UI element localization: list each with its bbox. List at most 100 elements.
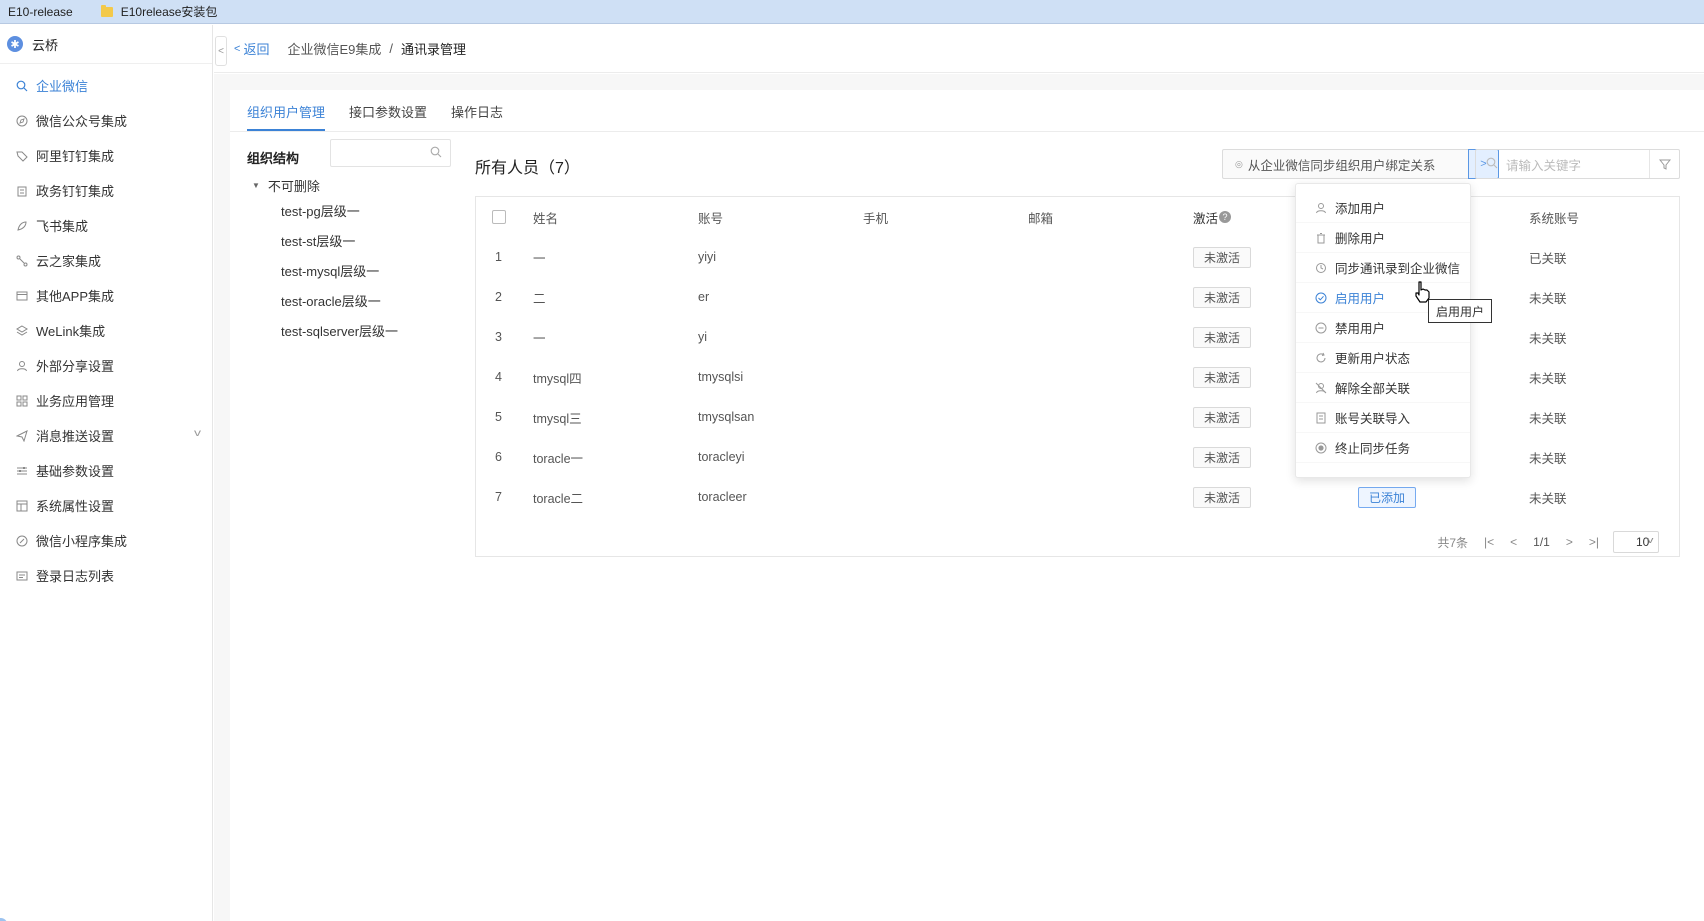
tab-org-user-management[interactable]: 组织用户管理: [247, 102, 326, 131]
row-active: 未激活: [1193, 437, 1252, 477]
checkbox[interactable]: [492, 210, 506, 224]
menu-label: 同步通讯录到企业微信: [1335, 262, 1461, 276]
minus-circle-icon: [1314, 321, 1328, 335]
sidebar-item-basic-params[interactable]: 基础参数设置: [0, 453, 212, 488]
next-page-icon[interactable]: >: [1566, 535, 1573, 549]
col-active-label: 激活: [1193, 211, 1219, 226]
back-link[interactable]: < 返回: [234, 39, 269, 58]
menu-delete-user[interactable]: 删除用户: [1296, 223, 1470, 253]
table-row[interactable]: 7 toracle二 toracleer 未激活 已添加 未关联: [476, 477, 1679, 517]
tree-root-node[interactable]: ▼ 不可删除: [252, 176, 320, 195]
table-row[interactable]: 6 toracle一 toracleyi 未激活 未关联: [476, 437, 1679, 477]
menu-sync-to-wecom[interactable]: 同步通讯录到企业微信: [1296, 253, 1470, 283]
row-index: 1: [495, 250, 502, 264]
tree-node[interactable]: test-sqlserver层级一: [281, 317, 398, 347]
folder-icon: [100, 4, 113, 17]
table-row[interactable]: 3 一 yi 未激活 未关联: [476, 317, 1679, 357]
app-header: ✱ 云桥: [0, 25, 212, 64]
select-all-checkbox[interactable]: [492, 197, 506, 237]
tree-node[interactable]: test-oracle层级一: [281, 287, 398, 317]
row-active: 未激活: [1193, 277, 1252, 317]
tab-operation-log[interactable]: 操作日志: [451, 102, 503, 131]
sidebar-item-label: 业务应用管理: [36, 394, 115, 409]
bookmark-e10-release[interactable]: E10-release: [0, 0, 81, 24]
breadcrumb-parent[interactable]: 企业微信E9集成: [287, 39, 381, 58]
row-active: 未激活: [1193, 477, 1252, 517]
building-icon: [15, 184, 28, 197]
sidebar-item-login-log[interactable]: 登录日志列表: [0, 558, 212, 593]
inactive-tag: 未激活: [1193, 366, 1252, 388]
sidebar-item-feishu[interactable]: 飞书集成: [0, 208, 212, 243]
inactive-tag: 未激活: [1193, 446, 1252, 468]
collapse-sidebar-button[interactable]: <: [215, 36, 227, 66]
table-row[interactable]: 1 一 yiyi 未激活 已关联: [476, 237, 1679, 277]
menu-stop-sync[interactable]: 终止同步任务: [1296, 433, 1470, 463]
sidebar-item-external-share[interactable]: 外部分享设置: [0, 348, 212, 383]
search-icon: [15, 79, 28, 92]
sidebar-item-label: WeLink集成: [36, 324, 106, 339]
sidebar-item-wecom[interactable]: 企业微信: [0, 68, 212, 103]
prev-page-icon[interactable]: <: [1510, 535, 1517, 549]
page-size-select[interactable]: 10 v: [1613, 531, 1659, 553]
table-row[interactable]: 5 tmysql三 tmysqlsan 未激活 未关联: [476, 397, 1679, 437]
tree-node[interactable]: test-st层级一: [281, 227, 398, 257]
hand-cursor-icon: [1415, 281, 1430, 303]
tree-node[interactable]: test-pg层级一: [281, 197, 398, 227]
row-system: 未关联: [1529, 371, 1567, 386]
table-row[interactable]: 4 tmysql四 tmysqlsi 未激活 未关联: [476, 357, 1679, 397]
org-search-input[interactable]: [330, 139, 451, 167]
tooltip: 启用用户: [1428, 299, 1492, 323]
menu-add-user[interactable]: 添加用户: [1296, 193, 1470, 223]
menu-import-links[interactable]: 账号关联导入: [1296, 403, 1470, 433]
row-index: 4: [495, 370, 502, 384]
sidebar-item-system-props[interactable]: 系统属性设置: [0, 488, 212, 523]
check-circle-icon: [1314, 291, 1328, 305]
menu-label: 添加用户: [1335, 202, 1386, 216]
app-logo-icon: ✱: [7, 36, 23, 52]
row-index: 6: [495, 450, 502, 464]
inactive-tag: 未激活: [1193, 486, 1252, 508]
caret-down-icon[interactable]: ▼: [252, 181, 260, 190]
table-row[interactable]: 2 二 er 未激活 未关联: [476, 277, 1679, 317]
main-panel: 组织用户管理 接口参数设置 操作日志 组织结构 ▼ 不可删除 test-pg层级…: [230, 90, 1704, 921]
inactive-tag: 未激活: [1193, 406, 1252, 428]
menu-unlink-all[interactable]: 解除全部关联: [1296, 373, 1470, 403]
bookmark-folder-e10release[interactable]: E10release安装包: [81, 0, 226, 24]
sidebar-item-miniprogram[interactable]: 微信小程序集成: [0, 523, 212, 558]
first-page-icon[interactable]: |<: [1484, 535, 1494, 549]
sync-from-wecom-button[interactable]: ◎ 从企业微信同步组织用户绑定关系: [1222, 149, 1469, 179]
last-page-icon[interactable]: >|: [1589, 535, 1599, 549]
row-system: 未关联: [1529, 451, 1567, 466]
row-active: 未激活: [1193, 397, 1252, 437]
sidebar-item-wechat-official[interactable]: 微信公众号集成: [0, 103, 212, 138]
breadcrumb-separator: /: [389, 41, 393, 56]
col-email: 邮箱: [1028, 211, 1054, 226]
filter-icon[interactable]: [1649, 150, 1679, 178]
window-icon: [15, 289, 28, 302]
sidebar: ✱ 云桥 企业微信 微信公众号集成 阿里钉钉集成 政务钉钉集成 飞书集成 云之家…: [0, 25, 213, 921]
menu-label: 禁用用户: [1335, 322, 1386, 336]
keyword-search-input[interactable]: 请输入关键字: [1475, 149, 1680, 179]
menu-update-status[interactable]: 更新用户状态: [1296, 343, 1470, 373]
sidebar-item-label: 飞书集成: [36, 219, 89, 234]
tab-bar: 组织用户管理 接口参数设置 操作日志: [230, 90, 1704, 132]
back-label: 返回: [243, 42, 270, 57]
menu-label: 解除全部关联: [1335, 382, 1411, 396]
stop-icon: [1314, 441, 1328, 455]
sidebar-item-welink[interactable]: WeLink集成: [0, 313, 212, 348]
sidebar-item-other-app[interactable]: 其他APP集成: [0, 278, 212, 313]
sidebar-item-business-app[interactable]: 业务应用管理: [0, 383, 212, 418]
help-icon[interactable]: ?: [1219, 211, 1232, 223]
row-active: 未激活: [1193, 237, 1252, 277]
col-account: 账号: [698, 211, 724, 226]
user-table: 姓名 账号 手机 邮箱 激活 ? 系统账号 1 一 yiyi 未激活 已关联 2…: [475, 196, 1680, 557]
tree-node[interactable]: test-mysql层级一: [281, 257, 398, 287]
bookmark-label: E10release安装包: [120, 5, 218, 19]
tab-interface-params[interactable]: 接口参数设置: [349, 102, 427, 131]
sidebar-item-yunzhijia[interactable]: 云之家集成: [0, 243, 212, 278]
more-actions-menu: 添加用户 删除用户 同步通讯录到企业微信 启用用户 禁用用户 更新用户状态 解除…: [1295, 183, 1471, 478]
chevron-left-icon: <: [218, 45, 224, 57]
sidebar-item-gov-dingtalk[interactable]: 政务钉钉集成: [0, 173, 212, 208]
sidebar-item-dingtalk[interactable]: 阿里钉钉集成: [0, 138, 212, 173]
sidebar-item-message-push[interactable]: 消息推送设置 v: [0, 418, 212, 453]
